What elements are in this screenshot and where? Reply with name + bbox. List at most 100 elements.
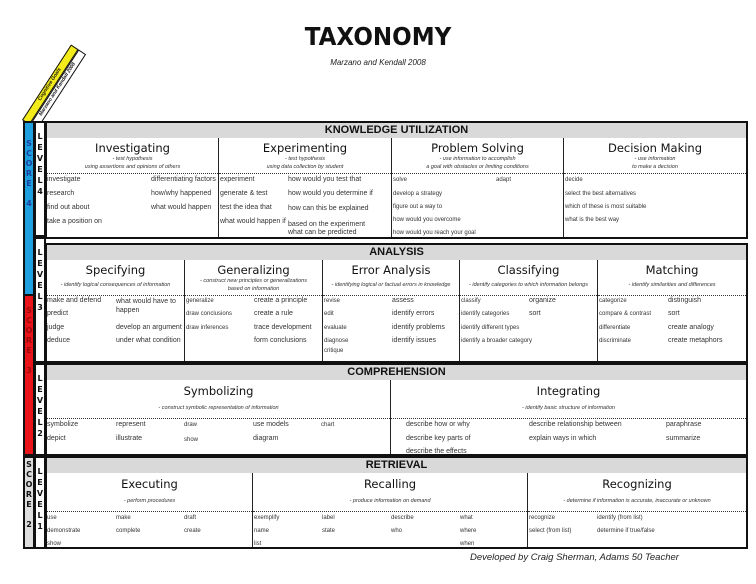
term: figure out a way to [393,204,443,210]
category-symbolizing: Symbolizing - construct symbolic represe… [47,380,390,454]
term: how would you determine if [288,190,373,197]
vertical-letter: C [26,316,32,325]
term: develop a strategy [393,191,443,197]
category-name: Symbolizing [183,384,254,398]
term: complete [116,528,141,534]
vertical-letter: C [26,470,32,479]
term: draw [184,422,198,428]
vertical-letter: 4 [37,187,43,196]
term: differentiating factors [151,176,216,183]
vertical-letter: V [36,154,44,163]
term: what would happen [151,204,212,211]
term: demonstrate [47,528,81,534]
term: adapt [496,177,512,183]
term: exemplify [254,515,280,521]
term: generate & test [220,190,268,197]
vertical-letter: L [37,132,43,141]
term: find out about [47,204,90,211]
category-name: Experimenting [262,141,348,155]
category-recognizing: Recognizing - determine if information i… [527,473,746,547]
category-name: Recognizing [602,477,672,491]
term: summarize [666,435,701,442]
category-name: Executing [121,477,178,491]
term: generalize [186,298,214,304]
term: identify problems [392,324,445,331]
vertical-letter: E [37,407,43,416]
category-desc: - test hypothesis [284,156,326,162]
term: discriminate [599,338,632,344]
term: identify errors [392,310,435,317]
term: distinguish [668,297,702,304]
term: research [47,190,75,197]
term: describe key parts of [406,435,471,442]
vertical-letter: R [25,490,33,499]
category-desc: - test hypothesis [112,156,153,162]
term: develop an argument [116,324,182,331]
vertical-letter: S [26,460,32,469]
vertical-letter [28,356,31,366]
category-desc: - use information [634,156,676,162]
term: use [47,515,57,521]
category-name: Problem Solving [431,141,524,155]
term: identify issues [392,337,436,344]
category-error-analysis: Error Analysis - identifying logical or … [322,260,459,361]
category-classifying: Classifying - identify categories to whi… [459,260,597,361]
vertical-letter: R [25,336,33,345]
vertical-letter [28,189,31,199]
term: identify categories [461,311,510,317]
category-executing: Executing - perform procedures use demon… [47,473,252,547]
category-name: Investigating [95,141,170,155]
term: take a position on [47,218,102,225]
term: describe how or why [406,421,470,428]
category-desc: - produce information on demand [349,498,431,504]
vertical-letter: 2 [37,429,43,438]
term: sort [529,310,541,317]
vertical-letter: E [37,500,43,509]
band-comprehension: COMPREHENSION Symbolizing - construct sy… [45,363,748,456]
category-matching: Matching - identify similarities and dif… [597,260,746,361]
term: create analogy [668,324,714,331]
term: determine if true/false [597,528,655,534]
band-title: RETRIEVAL [47,458,746,473]
term: select the best alternatives [565,191,637,197]
term: how would you overcome [393,217,461,223]
vertical-letter: 3 [37,303,43,312]
category-desc: - identifying logical or factual errors … [331,282,451,288]
vertical-letter: L [37,418,43,427]
term: what can be predicted [288,229,357,236]
diagonal-tab: Cognitive Goals Marzano and Kendall 2008 [22,44,87,130]
category-desc: using data collection by student [266,164,344,170]
term: show [47,541,62,547]
vertical-letter: O [25,480,33,489]
term: revise [324,298,341,304]
term: diagram [253,435,279,442]
category-name: Classifying [497,263,560,277]
term: which of these is most suitable [565,204,647,210]
vertical-letter: E [37,385,43,394]
term: under what condition [116,337,181,344]
term: use models [253,421,289,428]
category-desc: a goal with obstacles or limiting condit… [426,164,529,170]
vertical-letter: L [37,511,43,520]
term: describe relationship between [529,421,622,428]
term: chart [321,422,335,428]
category-desc: to make a decision [632,164,678,170]
category-name: Integrating [536,384,601,398]
term: classify [461,298,481,304]
footer-credit: Developed by Craig Sherman, Adams 50 Tea… [470,552,679,563]
category-name: Recalling [363,477,417,491]
vertical-letter: L [37,176,43,185]
term: how would you test that [288,176,362,183]
term: categorize [599,298,627,304]
term: experiment [220,176,255,183]
category-desc: - determine if information is accurate, … [563,498,711,504]
band-analysis: ANALYSIS Specifying - identify logical c… [45,243,748,363]
term: make and defend [47,297,102,304]
term: identify a broader category [461,338,533,344]
vertical-letter: V [36,489,44,498]
term: test the idea that [220,204,272,211]
term: form conclusions [254,337,307,344]
term: create metaphors [668,337,723,344]
term: what is the best way [565,217,620,223]
term: based on the experiment [288,221,366,228]
